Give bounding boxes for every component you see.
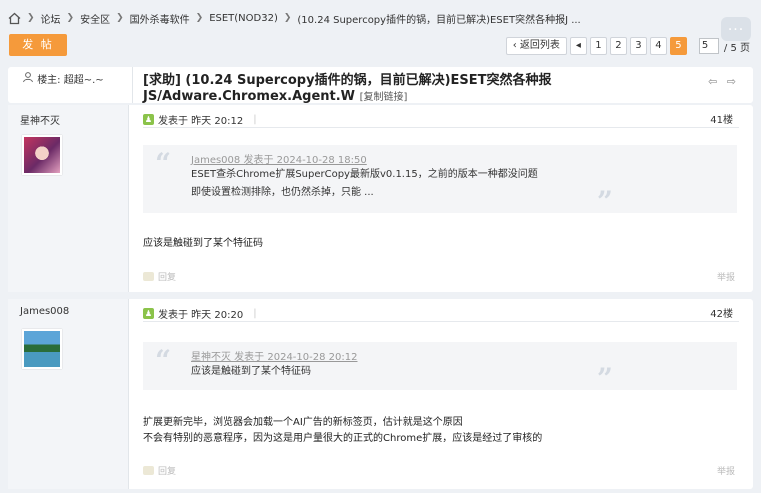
post-body: 应该是触碰到了某个特征码	[143, 236, 263, 252]
chevron-right-icon: ❯	[283, 13, 292, 23]
quote-line: 即使设置检测排除，也仍然杀掉，只能 ...	[191, 187, 374, 198]
post-username[interactable]: James008	[20, 306, 69, 317]
quote-open-icon: “	[155, 147, 172, 180]
page-4-button[interactable]: 4	[649, 37, 667, 55]
prev-page-button[interactable]: ◂	[569, 37, 587, 55]
quote-open-icon: “	[155, 344, 172, 377]
reply-button[interactable]: 回复	[143, 270, 176, 283]
quote-close-icon: ”	[596, 362, 613, 395]
post-time: 发表于 昨天 20:20	[158, 310, 244, 321]
copy-link-button[interactable]: [复制链接]	[360, 92, 408, 103]
page-5-button[interactable]: 5	[669, 37, 687, 55]
post-41: 星神不灭 ♟ 发表于 昨天 20:12 | 41楼 “ James008 发表于…	[8, 105, 753, 292]
back-to-list-button[interactable]: ‹ 返回列表	[505, 37, 567, 55]
page-total: / 5 页	[723, 42, 750, 54]
breadcrumb-link-forum[interactable]: 论坛	[41, 11, 61, 26]
meta-separator: |	[253, 114, 257, 125]
header-divider	[132, 67, 133, 103]
quote-line: 应该是触碰到了某个特征码	[191, 366, 311, 377]
post-body: 扩展更新完毕，浏览器会加载一个AI广告的新标签页，估计就是这个原因 不会有特别的…	[143, 415, 542, 447]
page-3-button[interactable]: 3	[629, 37, 647, 55]
breadcrumb-link-security[interactable]: 安全区	[80, 11, 110, 26]
online-status-icon: ♟	[143, 114, 154, 125]
reply-label: 回复	[158, 273, 177, 283]
floor-number[interactable]: 42楼	[710, 305, 733, 320]
chevron-right-icon: ❯	[116, 13, 124, 23]
thread-title-text: [求助] (10.24 Supercopy插件的锅，目前已解决)ESET突然各种…	[143, 73, 552, 104]
breadcrumb-link-foreign-av[interactable]: 国外杀毒软件	[130, 11, 190, 26]
quote-line: ESET查杀Chrome扩展SuperCopy最新版v0.1.15，之前的版本一…	[191, 169, 538, 180]
online-status-icon: ♟	[143, 308, 154, 319]
avatar[interactable]	[22, 329, 62, 369]
chevron-right-icon: ❯	[66, 13, 75, 23]
post-meta: ♟ 发表于 昨天 20:20 |	[143, 306, 257, 321]
op-author[interactable]: 楼主: 超超~.~	[22, 71, 104, 86]
post-time: 发表于 昨天 20:12	[158, 116, 244, 127]
report-button[interactable]: 举报	[717, 270, 735, 283]
quote-close-icon: ”	[596, 185, 613, 218]
post-username[interactable]: 星神不灭	[20, 112, 60, 127]
post-body-line: 扩展更新完毕，浏览器会加载一个AI广告的新标签页，估计就是这个原因	[143, 417, 463, 428]
op-author-label: 楼主: 超超~.~	[37, 75, 104, 86]
avatar[interactable]	[22, 135, 62, 175]
new-post-button[interactable]: 发 帖	[9, 34, 67, 56]
quote-block: “ James008 发表于 2024-10-28 18:50 ESET查杀Ch…	[143, 145, 737, 217]
page-1-button[interactable]: 1	[589, 37, 607, 55]
post-42: James008 ♟ 发表于 昨天 20:20 | 42楼 “ 星神不灭 发表于…	[8, 299, 753, 489]
post-divider	[143, 127, 739, 128]
report-button[interactable]: 举报	[717, 464, 735, 477]
floor-number[interactable]: 41楼	[710, 111, 733, 126]
pagination: ‹ 返回列表 ◂ 1 2 3 4 5 5 / 5 页	[505, 37, 750, 55]
post-divider	[143, 321, 739, 322]
home-icon[interactable]	[8, 12, 21, 25]
post-author-sidebar	[8, 299, 129, 489]
meta-separator: |	[253, 308, 257, 319]
page-number-input[interactable]: 5	[698, 38, 719, 54]
post-body-line: 不会有特别的恶意程序，因为这是用户量很大的正式的Chrome扩展，应该是经过了审…	[143, 433, 543, 444]
reply-icon	[143, 272, 154, 281]
page-2-button[interactable]: 2	[609, 37, 627, 55]
post-body-line: 应该是触碰到了某个特征码	[143, 238, 263, 249]
reply-button[interactable]: 回复	[143, 464, 176, 477]
breadcrumb: ❯ 论坛 ❯ 安全区 ❯ 国外杀毒软件 ❯ ESET(NOD32) ❯ (10.…	[8, 9, 713, 27]
breadcrumb-link-eset[interactable]: ESET(NOD32)	[209, 13, 278, 24]
chevron-right-icon: ❯	[27, 13, 35, 23]
quote-block: “ 星神不灭 发表于 2024-10-28 20:12 应该是触碰到了某个特征码…	[143, 342, 737, 394]
reply-icon	[143, 466, 154, 475]
breadcrumb-current-thread: (10.24 Supercopy插件的锅，目前已解决)ESET突然各种报J ..…	[297, 14, 581, 26]
user-icon	[23, 72, 33, 83]
thread-title: [求助] (10.24 Supercopy插件的锅，目前已解决)ESET突然各种…	[143, 73, 715, 106]
post-author-sidebar	[8, 105, 129, 292]
reply-label: 回复	[158, 467, 177, 477]
quote-author-link[interactable]: 星神不灭 发表于 2024-10-28 20:12	[191, 348, 357, 363]
back-to-list-label: 返回列表	[519, 40, 560, 51]
quote-author-link[interactable]: James008 发表于 2024-10-28 18:50	[191, 151, 367, 166]
thread-nav-arrows[interactable]: ⇦ ⇨	[708, 75, 739, 88]
chevron-right-icon: ❯	[195, 13, 204, 23]
post-meta: ♟ 发表于 昨天 20:12 |	[143, 112, 257, 127]
thread-header: 楼主: 超超~.~ [求助] (10.24 Supercopy插件的锅，目前已解…	[8, 67, 753, 106]
